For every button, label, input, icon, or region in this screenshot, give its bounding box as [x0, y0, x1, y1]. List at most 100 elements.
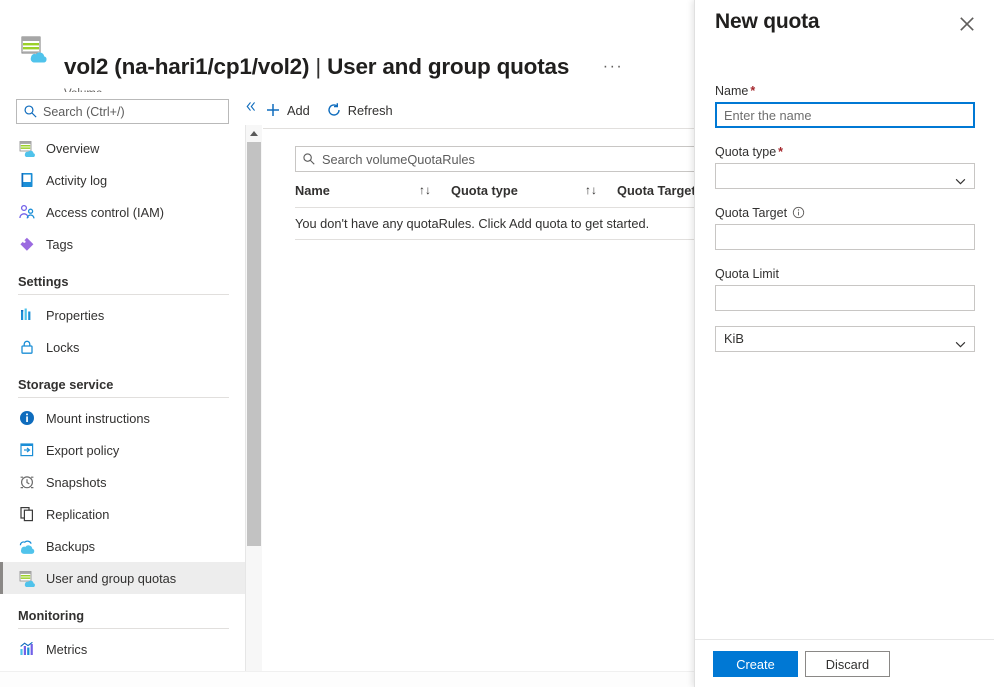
menu-group-header: Monitoring [0, 594, 245, 626]
field-quota-type: Quota type* [715, 145, 975, 189]
collapse-menu-button[interactable] [241, 100, 259, 118]
column-header-name[interactable]: Name [295, 183, 330, 198]
lock-icon [18, 338, 36, 356]
sidebar-item-metrics[interactable]: Metrics [0, 633, 245, 665]
sidebar-item-label: Access control (IAM) [46, 205, 164, 220]
quota-type-select[interactable] [715, 163, 975, 189]
page-title: vol2 (na-hari1/cp1/vol2) | User and grou… [64, 54, 569, 80]
page-title-section: User and group quotas [327, 54, 569, 79]
quota-unit-select[interactable]: KiB [715, 326, 975, 352]
sort-updown-icon[interactable]: ↑↓ [585, 183, 597, 197]
resource-menu: Overview Activity log Access control (IAM)… [0, 92, 245, 687]
field-quota-limit: Quota Limit [715, 267, 975, 311]
page-title-resource: vol2 (na-hari1/cp1/vol2) [64, 54, 309, 79]
properties-icon [18, 306, 36, 324]
command-bar: Add Refresh [263, 92, 694, 128]
new-quota-panel: New quota Name* Quota type* Quota Targ [694, 0, 994, 687]
sidebar-item-label: Activity log [46, 173, 107, 188]
sidebar-item-access-control-iam[interactable]: Access control (IAM) [0, 196, 245, 228]
scrollbar-thumb[interactable] [247, 142, 261, 546]
sidebar-item-label: User and group quotas [46, 571, 176, 586]
command-bar-divider [263, 128, 694, 129]
field-name-label: Name* [715, 84, 975, 98]
refresh-icon [326, 102, 342, 118]
field-quota-target-label: Quota Target [715, 206, 975, 220]
create-button[interactable]: Create [713, 651, 798, 677]
name-input[interactable] [715, 102, 975, 128]
grid-search [295, 146, 694, 172]
quota-limit-input[interactable] [715, 285, 975, 311]
azure-portal-screen: vol2 (na-hari1/cp1/vol2) | User and grou… [0, 0, 994, 687]
horizontal-scrollbar[interactable] [0, 671, 694, 687]
sidebar-item-locks[interactable]: Locks [0, 331, 245, 363]
sidebar-item-label: Backups [46, 539, 95, 554]
sidebar-item-label: Tags [46, 237, 73, 252]
sidebar-item-activity-log[interactable]: Activity log [0, 164, 245, 196]
replication-copy-icon [18, 505, 36, 523]
quota-unit-value: KiB [724, 327, 744, 351]
page-title-separator: | [315, 54, 321, 79]
chevron-down-icon [955, 335, 966, 342]
panel-footer: Create Discard [695, 639, 994, 687]
snapshot-clock-icon [18, 473, 36, 491]
volume-icon [18, 139, 36, 157]
menu-scrollbar[interactable] [245, 125, 262, 687]
chevron-down-icon [955, 172, 966, 179]
blade-content: Add Refresh [263, 92, 694, 687]
sidebar-item-mount-instructions[interactable]: Mount instructions [0, 402, 245, 434]
grid-header-row: Name ↑↓ Quota type ↑↓ Quota Target [295, 180, 694, 206]
sidebar-item-replication[interactable]: Replication [0, 498, 245, 530]
sidebar-item-overview[interactable]: Overview [0, 132, 245, 164]
search-input[interactable] [16, 99, 229, 124]
metrics-chart-icon [18, 640, 36, 658]
sidebar-item-tags[interactable]: Tags [0, 228, 245, 260]
sort-updown-icon[interactable]: ↑↓ [419, 183, 431, 197]
more-options-button[interactable]: ··· [601, 60, 625, 82]
menu-group-divider [18, 628, 229, 629]
backup-cloud-icon [18, 537, 36, 555]
column-header-quota-target[interactable]: Quota Target [617, 183, 694, 198]
required-marker: * [750, 84, 755, 98]
sidebar-item-user-and-group-quotas[interactable]: User and group quotas [0, 562, 245, 594]
sidebar-item-label: Export policy [46, 443, 119, 458]
sidebar-item-label: Replication [46, 507, 109, 522]
menu-group-divider [18, 294, 229, 295]
sidebar-item-label: Metrics [46, 642, 87, 657]
required-marker: * [778, 145, 783, 159]
field-quota-limit-label: Quota Limit [715, 267, 975, 281]
sidebar-item-backups[interactable]: Backups [0, 530, 245, 562]
grid-empty-message: You don't have any quotaRules. Click Add… [295, 209, 694, 239]
sidebar-item-label: Locks [46, 340, 79, 355]
sidebar-item-properties[interactable]: Properties [0, 299, 245, 331]
grid-row-divider [295, 239, 694, 240]
field-quota-target: Quota Target [715, 206, 975, 250]
refresh-button-label: Refresh [348, 103, 393, 118]
menu-group-header: Settings [0, 260, 245, 292]
field-name: Name* [715, 84, 975, 128]
refresh-button[interactable]: Refresh [324, 95, 403, 125]
grid-header-divider [295, 207, 694, 208]
sidebar-item-snapshots[interactable]: Snapshots [0, 466, 245, 498]
sidebar-item-label: Snapshots [46, 475, 106, 490]
volume-icon [18, 569, 36, 587]
export-policy-icon [18, 441, 36, 459]
volume-icon [18, 32, 50, 64]
menu-group-divider [18, 397, 229, 398]
sidebar-item-export-policy[interactable]: Export policy [0, 434, 245, 466]
menu-group-header: Storage service [0, 363, 245, 395]
sidebar-item-label: Properties [46, 308, 104, 323]
access-control-icon [18, 203, 36, 221]
tag-icon [18, 235, 36, 253]
info-circle-icon[interactable] [792, 206, 805, 219]
discard-button[interactable]: Discard [805, 651, 890, 677]
add-button[interactable]: Add [263, 95, 320, 125]
field-quota-unit: KiB [715, 326, 975, 352]
scroll-up-button[interactable] [246, 125, 262, 142]
panel-title: New quota [715, 10, 819, 34]
close-icon[interactable] [956, 13, 978, 35]
quota-target-input[interactable] [715, 224, 975, 250]
grid-search-input[interactable] [295, 146, 694, 172]
column-header-quota-type[interactable]: Quota type [451, 183, 518, 198]
field-quota-type-label: Quota type* [715, 145, 975, 159]
menu-search [16, 99, 229, 124]
